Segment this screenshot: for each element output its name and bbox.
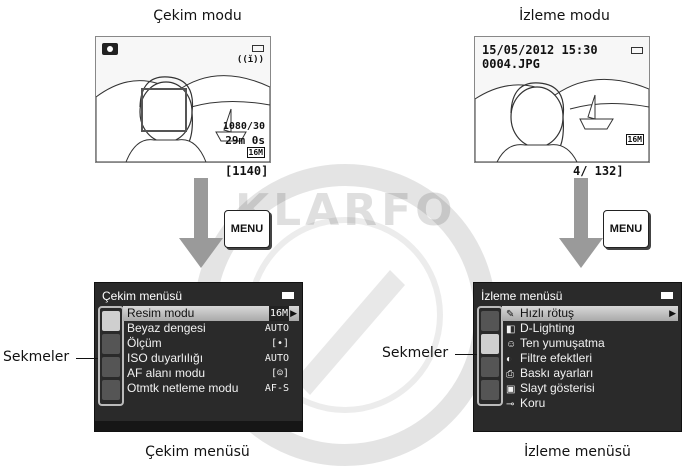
caption-playback-mode: İzleme modu — [519, 8, 610, 24]
frame-counter: 4/ 132] — [573, 164, 624, 178]
print-icon: ⎙ — [506, 369, 514, 380]
menu-button[interactable]: MENU — [603, 210, 649, 248]
arrow-right-icon: ▶ — [290, 308, 297, 318]
menu-item-white-balance[interactable]: Beyaz dengesi AUTO — [123, 321, 299, 336]
menu-item-metering[interactable]: Ölçüm [•] — [123, 336, 299, 351]
menu-list: ✎ Hızlı rötuş ▶ ◧ D-Lighting ☺ Ten yumuşatma… — [502, 306, 678, 411]
tab-setup[interactable] — [481, 380, 499, 400]
camera-icon — [102, 43, 118, 55]
menu-title: İzleme menüsü — [481, 289, 563, 303]
menu-item-image-mode[interactable]: Resim modu 16M ▶ — [123, 306, 299, 321]
tab-scene[interactable] — [102, 357, 120, 377]
caption-shooting-menu: Çekim menüsü — [145, 444, 250, 460]
vr-icon: ((ǐ)) — [236, 55, 264, 65]
pointer-line — [455, 354, 477, 355]
menu-title: Çekim menüsü — [102, 289, 183, 303]
menu-tabs — [477, 306, 503, 406]
key-icon: ⊸ — [506, 399, 515, 410]
shooting-menu: Çekim menüsü Resim modu 16M ▶ Beyaz denges… — [94, 282, 303, 432]
arrow-down-icon — [179, 178, 223, 268]
menu-item-protect[interactable]: ⊸ Koru — [502, 396, 678, 411]
battery-icon — [252, 45, 264, 52]
filter-icon: ◐ — [506, 354, 513, 365]
tab-scene[interactable] — [481, 311, 499, 331]
image-mode-badge: 16M — [246, 147, 265, 158]
skin-softening-icon: ☺ — [506, 339, 517, 350]
remaining-time: 29m 0s — [225, 134, 265, 147]
menu-tabs — [98, 306, 124, 406]
tab-movie[interactable] — [102, 334, 120, 354]
menu-item-print-order[interactable]: ⎙ Baskı ayarları — [502, 366, 678, 381]
date-time: 15/05/2012 15:30 — [482, 43, 598, 57]
tab-setup[interactable] — [102, 380, 120, 400]
menu-item-quick-retouch[interactable]: ✎ Hızlı rötuş ▶ — [502, 306, 678, 321]
tabs-label: Sekmeler — [3, 349, 70, 365]
menu-item-skin-softening[interactable]: ☺ Ten yumuşatma — [502, 336, 678, 351]
resolution-badge: 1080/30 — [222, 121, 265, 132]
battery-icon — [282, 292, 294, 299]
caption-shooting-mode: Çekim modu — [153, 8, 242, 24]
slideshow-icon: ▣ — [506, 384, 516, 395]
menu-item-iso[interactable]: ISO duyarlılığı AUTO — [123, 351, 299, 366]
arrow-right-icon: ▶ — [669, 308, 676, 318]
d-lighting-icon: ◧ — [506, 324, 516, 335]
caption-playback-menu: İzleme menüsü — [524, 444, 631, 460]
playback-screen: 15/05/2012 15:30 0004.JPG 16M — [474, 36, 650, 163]
remaining-count: [1140] — [225, 164, 269, 178]
menu-item-slideshow[interactable]: ▣ Slayt gösterisi — [502, 381, 678, 396]
image-mode-badge: 16M — [625, 134, 644, 145]
menu-item-autofocus-mode[interactable]: Otmtk netleme modu AF-S — [123, 381, 299, 396]
pointer-line — [76, 358, 98, 359]
playback-menu: İzleme menüsü ✎ Hızlı rötuş ▶ ◧ D-Lighting … — [473, 282, 682, 432]
menu-button[interactable]: MENU — [224, 210, 270, 248]
menu-item-af-area[interactable]: AF alanı modu [☺] — [123, 366, 299, 381]
menu-item-filter-effects[interactable]: ◐ Filtre efektleri — [502, 351, 678, 366]
file-name: 0004.JPG — [482, 57, 540, 71]
retouch-icon: ✎ — [506, 309, 515, 320]
menu-item-d-lighting[interactable]: ◧ D-Lighting — [502, 321, 678, 336]
menu-list: Resim modu 16M ▶ Beyaz dengesi AUTO Ölçüm [•… — [123, 306, 299, 396]
tab-playback[interactable] — [481, 334, 499, 354]
battery-icon — [631, 47, 643, 54]
arrow-down-icon — [559, 178, 603, 268]
shooting-screen: ((ǐ)) 1080/30 29m 0s 16M — [95, 36, 271, 163]
tabs-label: Sekmeler — [382, 345, 449, 361]
tab-movie[interactable] — [481, 357, 499, 377]
tab-shooting[interactable] — [102, 311, 120, 331]
battery-icon — [661, 292, 673, 299]
